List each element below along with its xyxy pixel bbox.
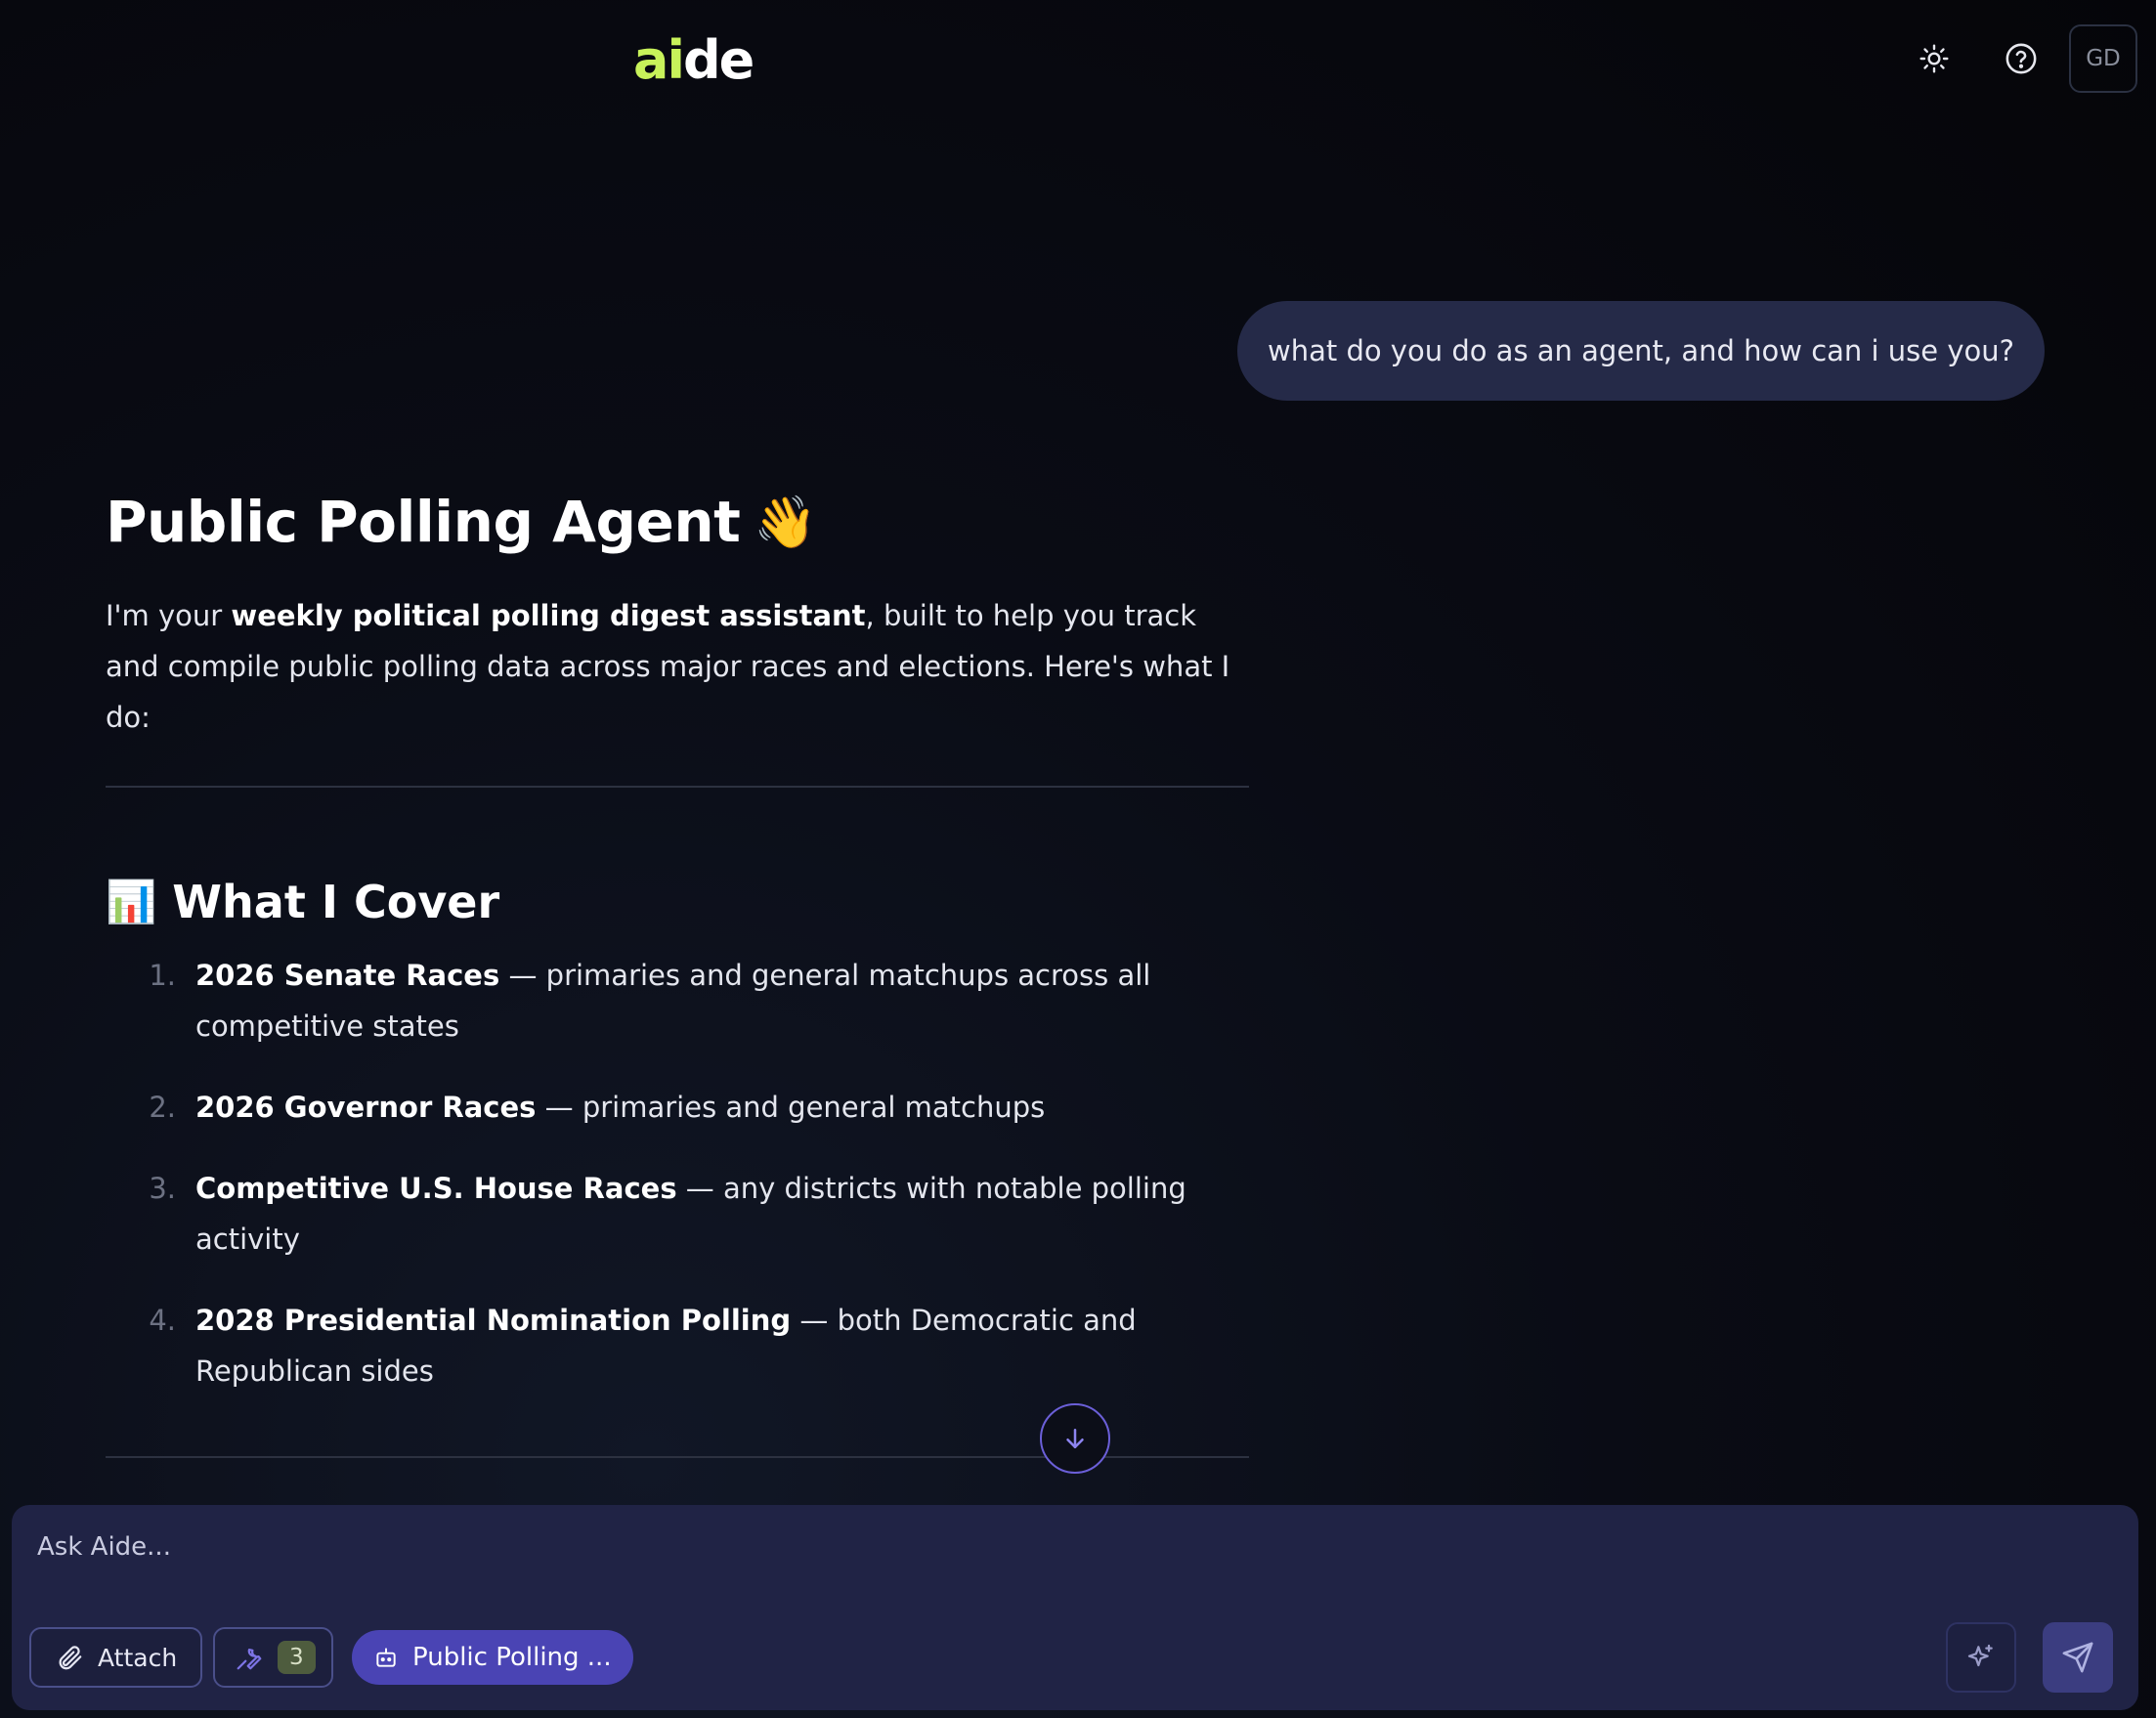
response-title-text: Public Polling Agent xyxy=(106,489,741,555)
message-composer: Ask Aide... Attach 3 Public Polling ... xyxy=(12,1505,2138,1710)
arrow-down-icon xyxy=(1066,1429,1084,1448)
list-item-desc: — primaries and general matchups xyxy=(536,1091,1046,1124)
agent-label: Public Polling ... xyxy=(412,1643,612,1672)
list-item-text: 2026 Governor Races — primaries and gene… xyxy=(195,1082,1045,1133)
sparkles-icon xyxy=(1967,1644,1993,1667)
what-i-cover-section: 📊 What I Cover 1. 2026 Senate Races — pr… xyxy=(106,876,1249,1427)
list-item-text: 2028 Presidential Nomination Polling — b… xyxy=(195,1295,1249,1396)
help-button[interactable] xyxy=(1998,35,2045,82)
logo-part-de: de xyxy=(682,29,755,91)
attach-button[interactable]: Attach xyxy=(29,1627,203,1688)
waving-hand-emoji: 👋 xyxy=(754,493,817,552)
coverage-list: 1. 2026 Senate Races — primaries and gen… xyxy=(106,950,1249,1396)
wrench-icon xyxy=(237,1649,262,1670)
agent-selector-pill[interactable]: Public Polling ... xyxy=(352,1630,633,1685)
aide-logo[interactable]: aide xyxy=(633,29,755,91)
theme-toggle-button[interactable] xyxy=(1911,35,1958,82)
send-button[interactable] xyxy=(2043,1622,2113,1693)
section-heading: 📊 What I Cover xyxy=(106,876,1249,928)
message-input[interactable]: Ask Aide... xyxy=(37,1532,171,1562)
divider xyxy=(106,786,1249,788)
assistant-response: Public Polling Agent 👋 I'm your weekly p… xyxy=(106,489,1249,743)
user-message-bubble: what do you do as an agent, and how can … xyxy=(1237,301,2045,401)
sun-icon xyxy=(1919,44,1949,73)
list-item-bold: 2028 Presidential Nomination Polling xyxy=(195,1304,792,1337)
user-avatar[interactable]: GD xyxy=(2069,24,2137,93)
intro-bold: weekly political polling digest assistan… xyxy=(231,599,866,632)
send-icon xyxy=(2062,1642,2093,1673)
list-number: 1. xyxy=(149,959,176,992)
list-item: 4. 2028 Presidential Nomination Polling … xyxy=(106,1295,1249,1396)
list-item: 2. 2026 Governor Races — primaries and g… xyxy=(106,1082,1249,1133)
response-title: Public Polling Agent 👋 xyxy=(106,489,1249,555)
list-number: 3. xyxy=(149,1172,176,1205)
intro-pre: I'm your xyxy=(106,599,232,632)
user-message-text: what do you do as an agent, and how can … xyxy=(1267,334,2015,367)
list-item-bold: Competitive U.S. House Races xyxy=(195,1172,677,1205)
section-heading-text: What I Cover xyxy=(172,876,500,928)
list-item-text: Competitive U.S. House Races — any distr… xyxy=(195,1163,1249,1265)
paperclip-icon xyxy=(59,1646,82,1670)
list-item-bold: 2026 Governor Races xyxy=(195,1091,537,1124)
list-item: 1. 2026 Senate Races — primaries and gen… xyxy=(106,950,1249,1052)
list-item-text: 2026 Senate Races — primaries and genera… xyxy=(195,950,1249,1052)
robot-icon xyxy=(376,1648,396,1667)
list-number: 2. xyxy=(149,1091,176,1124)
help-circle-icon xyxy=(2005,43,2037,74)
response-intro: I'm your weekly political polling digest… xyxy=(106,590,1249,743)
list-number: 4. xyxy=(149,1304,176,1337)
enhance-prompt-button[interactable] xyxy=(1946,1622,2016,1693)
attach-label: Attach xyxy=(98,1643,178,1672)
list-item-bold: 2026 Senate Races xyxy=(195,959,500,992)
scroll-to-bottom-button[interactable] xyxy=(1040,1403,1110,1474)
tools-count-badge: 3 xyxy=(278,1641,316,1674)
bar-chart-emoji: 📊 xyxy=(106,878,157,925)
tools-button[interactable]: 3 xyxy=(213,1627,333,1688)
logo-part-ai: ai xyxy=(633,29,685,91)
list-item: 3. Competitive U.S. House Races — any di… xyxy=(106,1163,1249,1265)
